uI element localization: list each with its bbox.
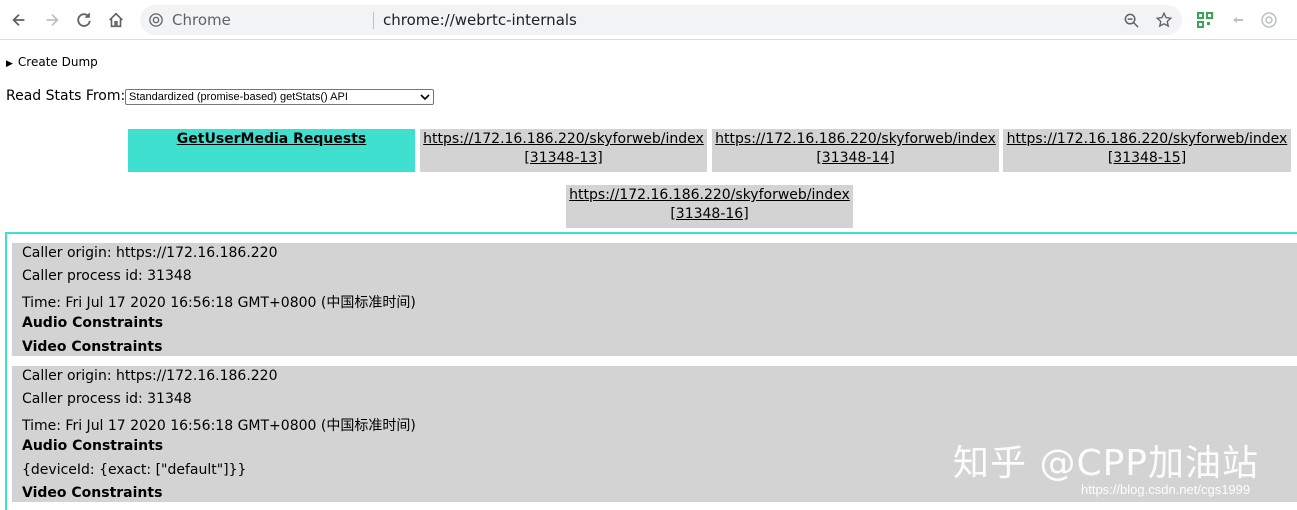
- stats-api-selected-value: Standardized (promise-based) getStats() …: [129, 91, 348, 103]
- qr-extension-icon[interactable]: [1196, 11, 1214, 29]
- tab-id-label: [31348-13]: [524, 150, 603, 166]
- request-time: Time: Fri Jul 17 2020 16:56:18 GMT+0800 …: [22, 295, 416, 311]
- tab-label: GetUserMedia Requests: [176, 131, 367, 147]
- tab-peer-connection-13[interactable]: https://172.16.186.220/skyforweb/index […: [420, 129, 707, 172]
- star-icon[interactable]: [1155, 11, 1173, 29]
- expand-triangle-icon: ▶: [6, 59, 13, 69]
- home-icon[interactable]: [104, 8, 128, 32]
- stats-api-select[interactable]: Standardized (promise-based) getStats() …: [125, 89, 434, 105]
- browser-toolbar: Chrome chrome://webrtc-internals: [0, 0, 1297, 40]
- caller-origin: Caller origin: https://172.16.186.220: [22, 368, 278, 384]
- tab-getusermedia-requests[interactable]: GetUserMedia Requests: [128, 129, 415, 172]
- scheme-label: Chrome: [172, 11, 231, 29]
- address-bar[interactable]: Chrome chrome://webrtc-internals: [140, 5, 1182, 35]
- zhihu-watermark: 知乎 @CPP加油站: [953, 443, 1259, 484]
- create-dump-toggle[interactable]: ▶ Create Dump: [6, 55, 98, 69]
- omnibox-separator: [373, 12, 374, 29]
- caller-origin: Caller origin: https://172.16.186.220: [22, 245, 278, 261]
- video-constraints-title: Video Constraints: [22, 339, 163, 355]
- url-text[interactable]: chrome://webrtc-internals: [383, 11, 577, 29]
- tab-url-label: https://172.16.186.220/skyforweb/index: [1006, 131, 1288, 147]
- tab-id-label: [31348-15]: [1107, 150, 1187, 166]
- reload-icon[interactable]: [72, 8, 96, 32]
- caller-process-id: Caller process id: 31348: [22, 268, 192, 284]
- csdn-watermark: https://blog.csdn.net/cgs1999: [1081, 482, 1251, 497]
- tab-peer-connection-16[interactable]: https://172.16.186.220/skyforweb/index […: [566, 185, 853, 228]
- tab-url-label: https://172.16.186.220/skyforweb/index: [423, 131, 704, 147]
- video-constraints-title: Video Constraints: [22, 485, 163, 501]
- create-dump-label: Create Dump: [17, 55, 98, 69]
- profile-icon[interactable]: [1260, 11, 1278, 29]
- tab-peer-connection-15[interactable]: https://172.16.186.220/skyforweb/index […: [1003, 129, 1291, 172]
- zoom-icon[interactable]: [1123, 12, 1140, 29]
- tab-id-label: [31348-16]: [670, 206, 749, 222]
- tab-url-label: https://172.16.186.220/skyforweb/index: [715, 131, 996, 147]
- tab-peer-connection-14[interactable]: https://172.16.186.220/skyforweb/index […: [712, 129, 999, 172]
- audio-constraints-title: Audio Constraints: [22, 438, 164, 454]
- tab-url-label: https://172.16.186.220/skyforweb/index: [569, 187, 850, 203]
- tab-id-label: [31348-14]: [816, 150, 895, 166]
- extension-icon[interactable]: [1230, 11, 1248, 29]
- back-icon[interactable]: [7, 8, 31, 32]
- request-time: Time: Fri Jul 17 2020 16:56:18 GMT+0800 …: [22, 418, 416, 434]
- getusermedia-request-entry: Caller origin: https://172.16.186.220 Ca…: [12, 243, 1297, 356]
- chevron-down-icon: [420, 94, 430, 101]
- caller-process-id: Caller process id: 31348: [22, 391, 192, 407]
- audio-constraints-value: {deviceId: {exact: ["default"]}}: [22, 462, 247, 478]
- chrome-logo-icon: [149, 13, 163, 27]
- forward-icon[interactable]: [40, 8, 64, 32]
- audio-constraints-title: Audio Constraints: [22, 315, 164, 331]
- read-stats-label: Read Stats From:: [6, 88, 126, 104]
